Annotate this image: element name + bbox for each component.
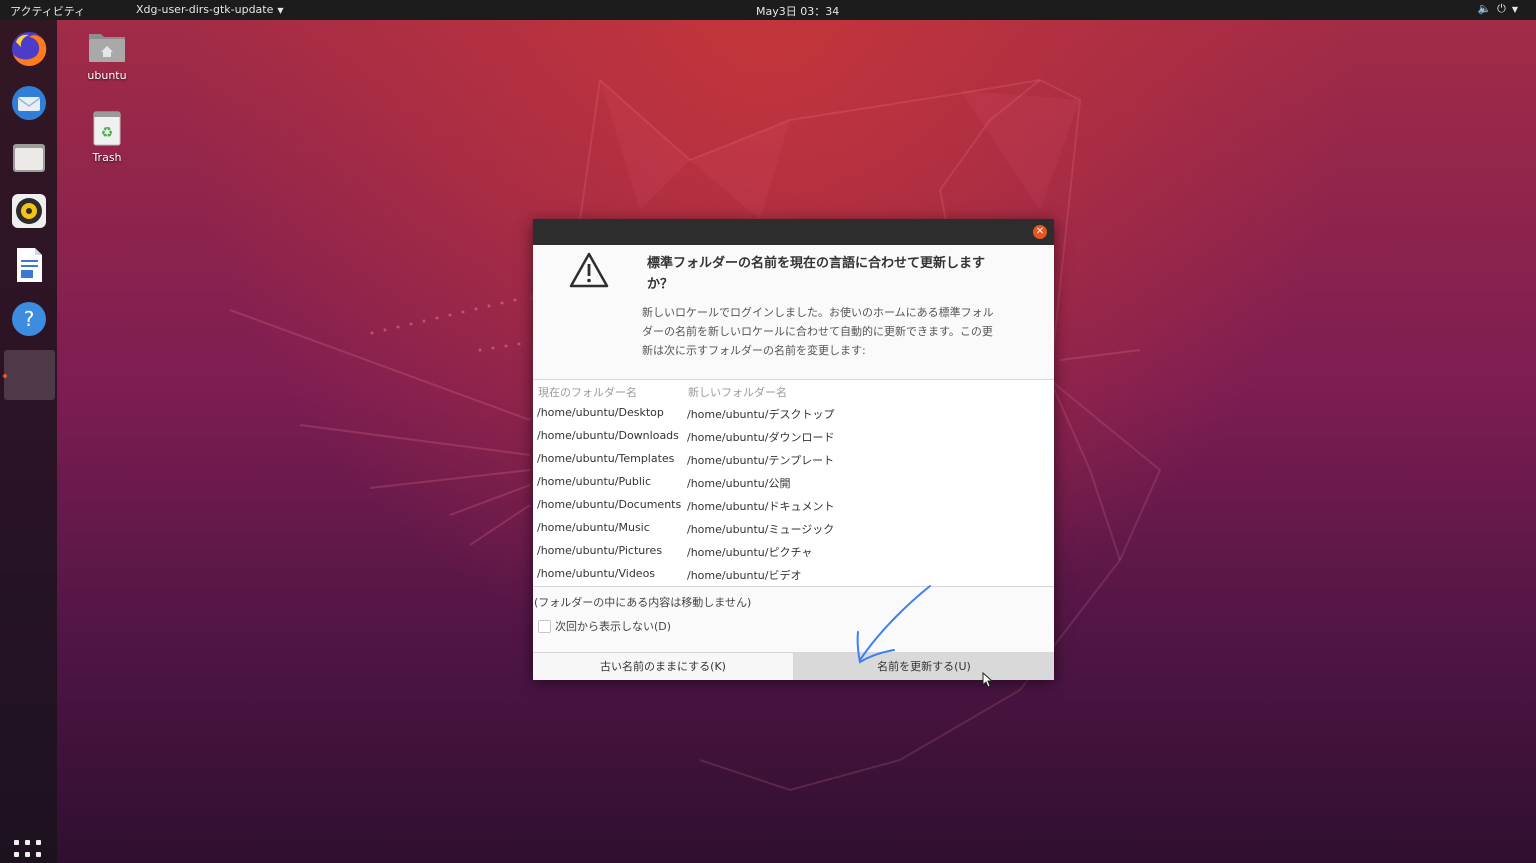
activities-button[interactable]: アクティビティ — [10, 3, 85, 19]
current-folder-name: /home/ubuntu/Templates — [537, 452, 675, 465]
table-row[interactable]: /home/ubuntu/Desktop /home/ubuntu/デスクトップ — [537, 406, 1047, 426]
warning-icon — [569, 252, 609, 288]
new-folder-name: /home/ubuntu/デスクトップ — [687, 408, 835, 421]
home-folder-icon — [89, 34, 125, 62]
dont-show-again-checkbox[interactable] — [538, 619, 551, 633]
svg-text:?: ? — [24, 307, 35, 331]
running-indicator — [3, 374, 7, 378]
table-row[interactable]: /home/ubuntu/Templates /home/ubuntu/テンプレ… — [537, 452, 1047, 472]
firefox-icon[interactable] — [8, 28, 50, 70]
new-folder-name: /home/ubuntu/ピクチャ — [687, 546, 813, 559]
table-row[interactable]: /home/ubuntu/Music /home/ubuntu/ミュージック — [537, 521, 1047, 541]
new-folder-name: /home/ubuntu/ビデオ — [687, 569, 802, 582]
table-row[interactable]: /home/ubuntu/Pictures /home/ubuntu/ピクチャ — [537, 544, 1047, 564]
rename-table[interactable]: 現在のフォルダー名 新しいフォルダー名 /home/ubuntu/Desktop… — [533, 379, 1054, 587]
current-folder-name: /home/ubuntu/Pictures — [537, 544, 663, 557]
body-line-1: 新しいロケールでログインしました。お使いのホームにある標準フォル — [642, 306, 994, 319]
trash-icon: ♻ — [93, 111, 121, 146]
files-icon[interactable] — [8, 136, 50, 178]
desktop: アクティビティ Xdg-user-dirs-gtk-update ▼ May3日 … — [0, 0, 1536, 863]
chevron-down-icon: ▼ — [277, 6, 284, 15]
app-menu[interactable]: Xdg-user-dirs-gtk-update ▼ — [136, 3, 284, 16]
dialog-description: 新しいロケールでログインしました。お使いのホームにある標準フォル ダーの名前を新… — [642, 303, 1032, 360]
table-row[interactable]: /home/ubuntu/Downloads /home/ubuntu/ダウンロ… — [537, 429, 1047, 449]
table-row[interactable]: /home/ubuntu/Public /home/ubuntu/公開 — [537, 475, 1047, 495]
desktop-trash[interactable]: ♻ Trash — [67, 110, 147, 164]
body-line-2: ダーの名前を新しいロケールに合わせて自動的に更新できます。この更 — [642, 325, 993, 338]
dialog-titlebar[interactable]: ✕ — [533, 219, 1054, 245]
dock: ? — [0, 20, 57, 863]
new-folder-name: /home/ubuntu/テンプレート — [687, 454, 835, 467]
current-folder-name: /home/ubuntu/Videos — [537, 567, 656, 580]
heading-line-1: 標準フォルダーの名前を現在の言語に合わせて更新します — [647, 256, 986, 271]
dialog-heading: 標準フォルダーの名前を現在の言語に合わせて更新します か？ — [647, 253, 1032, 295]
chevron-down-icon: ▼ — [1511, 5, 1524, 14]
folder-rename-dialog: ✕ 標準フォルダーの名前を現在の言語に合わせて更新します か？ 新しいロケールで… — [533, 219, 1054, 680]
move-note: (フォルダーの中にある内容は移動しません) — [534, 596, 752, 609]
volume-icon: 🔈 — [1477, 2, 1498, 15]
power-icon: ⏻ — [1497, 2, 1512, 15]
trash-label: Trash — [92, 151, 122, 164]
new-folder-name: /home/ubuntu/ドキュメント — [687, 500, 835, 513]
svg-text:♻: ♻ — [101, 125, 114, 141]
libreoffice-writer-icon[interactable] — [8, 244, 50, 286]
app-menu-label: Xdg-user-dirs-gtk-update — [136, 3, 274, 16]
rhythmbox-icon[interactable] — [8, 190, 50, 232]
current-folder-name: /home/ubuntu/Downloads — [537, 429, 679, 442]
annotation-arrow — [856, 585, 931, 664]
home-folder-label: ubuntu — [87, 69, 127, 82]
new-folder-name: /home/ubuntu/公開 — [687, 477, 791, 490]
active-app-icon[interactable] — [4, 350, 55, 400]
table-header: 現在のフォルダー名 新しいフォルダー名 — [538, 384, 787, 400]
table-row[interactable]: /home/ubuntu/Videos /home/ubuntu/ビデオ — [537, 567, 1047, 587]
thunderbird-icon[interactable] — [8, 82, 50, 124]
top-bar: アクティビティ Xdg-user-dirs-gtk-update ▼ May3日 … — [0, 0, 1536, 20]
dont-show-again-label: 次回から表示しない(D) — [555, 620, 672, 633]
current-folder-name: /home/ubuntu/Desktop — [537, 406, 664, 419]
system-tray[interactable]: 🔈⏻▼ — [1477, 2, 1524, 16]
close-icon[interactable]: ✕ — [1033, 225, 1047, 239]
current-folder-name: /home/ubuntu/Music — [537, 521, 650, 534]
table-row[interactable]: /home/ubuntu/Documents /home/ubuntu/ドキュメ… — [537, 498, 1047, 518]
help-icon[interactable]: ? — [8, 298, 50, 340]
body-line-3: 新は次に示すフォルダーの名前を変更します: — [642, 344, 866, 357]
keep-old-names-button[interactable]: 古い名前のままにする(K) — [533, 652, 794, 680]
new-folder-name: /home/ubuntu/ミュージック — [687, 523, 835, 536]
new-folder-name: /home/ubuntu/ダウンロード — [687, 431, 835, 444]
column-header-current[interactable]: 現在のフォルダー名 — [538, 386, 637, 399]
show-applications-icon[interactable] — [14, 840, 44, 863]
heading-line-2: か？ — [647, 277, 674, 292]
mouse-cursor-icon — [982, 672, 994, 688]
desktop-home-folder[interactable]: ubuntu — [67, 28, 147, 82]
current-folder-name: /home/ubuntu/Documents — [537, 498, 682, 511]
clock[interactable]: May3日 03：34 — [756, 3, 839, 19]
column-header-new[interactable]: 新しいフォルダー名 — [688, 384, 787, 400]
dont-show-again-option[interactable]: 次回から表示しない(D) — [538, 618, 671, 634]
current-folder-name: /home/ubuntu/Public — [537, 475, 652, 488]
